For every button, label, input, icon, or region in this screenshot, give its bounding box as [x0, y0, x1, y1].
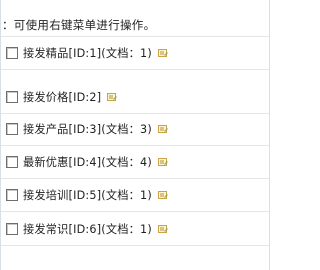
category-label[interactable]: 接发常识[ID:6](文档：1)	[23, 221, 152, 237]
category-label[interactable]: 接发精品[ID:1](文档：1)	[23, 45, 152, 61]
row-checkbox[interactable]	[6, 91, 18, 103]
edit-note-icon[interactable]	[157, 224, 168, 234]
category-tree-panel: ：可使用右键菜单进行操作。 接发精品[ID:1](文档：1) 接发价格[ID:2…	[0, 0, 270, 270]
edit-note-icon[interactable]	[157, 124, 168, 134]
category-row-5[interactable]: 接发培训[ID:5](文档：1)	[1, 179, 269, 212]
row-checkbox[interactable]	[6, 223, 18, 235]
row-checkbox[interactable]	[6, 156, 18, 168]
context-menu-hint: ：可使用右键菜单进行操作。	[1, 0, 269, 37]
category-row-6[interactable]: 接发常识[ID:6](文档：1)	[1, 213, 269, 246]
category-row-4[interactable]: 最新优惠[ID:4](文档：4)	[1, 146, 269, 179]
category-label[interactable]: 接发价格[ID:2]	[23, 89, 101, 105]
row-checkbox[interactable]	[6, 47, 18, 59]
category-label[interactable]: 最新优惠[ID:4](文档：4)	[23, 154, 152, 170]
category-label[interactable]: 接发培训[ID:5](文档：1)	[23, 187, 152, 203]
row-checkbox[interactable]	[6, 189, 18, 201]
edit-note-icon[interactable]	[107, 92, 118, 102]
edit-note-icon[interactable]	[157, 190, 168, 200]
edit-note-icon[interactable]	[157, 48, 168, 58]
category-row-2[interactable]: 接发价格[ID:2]	[1, 81, 269, 114]
category-row-1[interactable]: 接发精品[ID:1](文档：1)	[1, 37, 269, 70]
category-row-3[interactable]: 接发产品[ID:3](文档：3)	[1, 113, 269, 146]
row-checkbox[interactable]	[6, 123, 18, 135]
edit-note-icon[interactable]	[157, 157, 168, 167]
category-label[interactable]: 接发产品[ID:3](文档：3)	[23, 121, 152, 137]
